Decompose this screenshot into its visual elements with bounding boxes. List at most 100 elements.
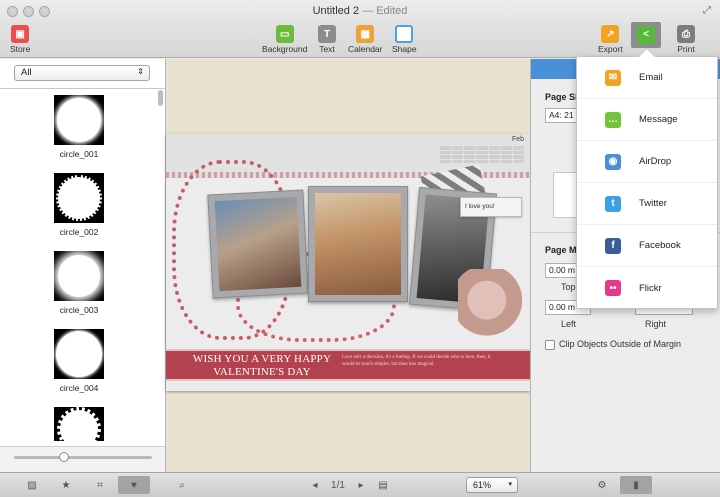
share-item-label: Email [639, 72, 663, 83]
zoom-magnifier-icon[interactable]: ⌕ [172, 476, 192, 494]
text-button[interactable]: T Text [318, 25, 336, 54]
edited-status: — Edited [362, 5, 408, 17]
shape-label: Shape [392, 44, 417, 54]
share-menu-popover: ✉ Email … Message ◉ AirDrop t Twitter f … [576, 47, 718, 309]
share-item-facebook[interactable]: f Facebook [577, 225, 717, 267]
shapes-heart-icon[interactable]: ♥ [118, 476, 150, 494]
sidebar-scrollbar[interactable] [158, 90, 163, 106]
share-item-message[interactable]: … Message [577, 99, 717, 141]
share-item-label: Message [639, 114, 678, 125]
calendar-widget[interactable]: Feb [440, 136, 524, 172]
flickr-icon: •• [605, 280, 621, 296]
margin-right-caption: Right [645, 319, 667, 329]
share-item-twitter[interactable]: t Twitter [577, 183, 717, 225]
page-view-book-icon[interactable]: ▤ [374, 476, 392, 494]
shape-item[interactable]: circle_004 [45, 329, 113, 393]
shape-library-sidebar: All ⇕ circle_001 circle_002 circle_003 c… [0, 59, 166, 472]
document-name: Untitled 2 [312, 5, 360, 17]
previous-page-icon[interactable]: ◂ [308, 476, 322, 494]
margin-left-caption: Left [561, 319, 577, 329]
shape-label: circle_001 [59, 149, 99, 159]
zoom-level-value: 61% [473, 480, 492, 490]
shape-button[interactable]: Shape [392, 25, 417, 54]
valentine-banner[interactable]: WISH YOU A VERY HAPPY VALENTINE'S DAY Lo… [166, 349, 530, 381]
banner-headline: WISH YOU A VERY HAPPY VALENTINE'S DAY [192, 353, 332, 378]
slider-knob[interactable] [59, 452, 69, 462]
thumbnail-size-slider[interactable] [14, 452, 152, 462]
page-margin-label: Page M [545, 245, 577, 255]
store-button[interactable]: ▣ Store [10, 25, 30, 54]
facebook-icon: f [605, 237, 621, 254]
calendar-button[interactable]: ▦ Calendar [348, 25, 383, 54]
shape-label: circle_003 [59, 305, 99, 315]
text-label: Text [319, 44, 335, 54]
couple-photo [214, 196, 302, 292]
shape-label: circle_002 [59, 227, 99, 237]
floral-lace-decoration [458, 269, 530, 347]
shape-item[interactable]: circle_001 [45, 95, 113, 159]
clip-objects-label: Clip Objects Outside of Margin [559, 339, 682, 349]
background-button[interactable]: ▭ Background [262, 25, 307, 54]
airdrop-icon: ◉ [605, 153, 621, 170]
store-label: Store [10, 44, 31, 54]
shape-thumbnail [54, 173, 104, 223]
fullscreen-icon[interactable]: ⤢ [703, 5, 711, 16]
settings-gear-icon[interactable]: ⚙ [592, 476, 612, 494]
canvas-area[interactable]: Feb I love you! WISH YOU A VERY HAPPY VA… [166, 59, 530, 472]
toolbar: Untitled 2 — Edited ⤢ ▣ Store ▭ Backgrou… [0, 0, 720, 58]
share-item-label: AirDrop [639, 156, 672, 167]
love-note-sticker[interactable]: I love you! [460, 197, 522, 217]
share-item-label: Flickr [639, 282, 662, 294]
inspector-page-icon[interactable]: ▮ [620, 476, 652, 494]
calendar-grid [440, 146, 524, 163]
photo-frame-1[interactable] [207, 189, 309, 299]
banner-poem: Love isn't a decision, it's a feeling. I… [342, 355, 491, 367]
frame-crop-icon[interactable]: ⌗ [90, 476, 110, 494]
export-icon: ↗ [601, 25, 620, 43]
zoom-level-select[interactable]: 61% ▾ [466, 477, 518, 493]
share-item-flickr[interactable]: •• Flickr [577, 267, 717, 309]
thumbnail-size-row [0, 446, 165, 472]
shape-thumbnail [54, 251, 104, 301]
shape-item[interactable]: circle_003 [45, 251, 113, 315]
window-title: Untitled 2 — Edited [0, 5, 720, 17]
image-library-icon[interactable]: ▨ [22, 476, 42, 494]
text-icon: T [318, 25, 336, 43]
margin-top-caption: Top [561, 282, 576, 292]
margin-top-value: 0.00 m [549, 265, 575, 275]
shape-icon [395, 25, 414, 43]
share-button[interactable]: < [631, 22, 661, 48]
divider [0, 88, 165, 89]
bottom-bar: ▨ ★ ⌗ ♥ ⌕ ◂ 1/1 ▸ ▤ 61% ▾ ⚙ ▮ [0, 472, 720, 497]
shape-item[interactable] [45, 407, 113, 441]
calendar-month: Feb [511, 136, 524, 143]
share-item-label: Facebook [639, 240, 681, 251]
photo-frame-2[interactable] [308, 186, 408, 302]
export-button[interactable]: ↗ Export [598, 25, 623, 54]
share-icon: < [637, 25, 655, 44]
couple-photo [315, 193, 401, 295]
app-window: Untitled 2 — Edited ⤢ ▣ Store ▭ Backgrou… [0, 0, 720, 497]
print-icon: ⎙ [677, 25, 695, 43]
shape-item[interactable]: circle_002 [45, 173, 113, 237]
note-text: I love you! [465, 203, 495, 210]
background-label: Background [262, 44, 308, 54]
favorites-star-icon[interactable]: ★ [56, 476, 76, 494]
select-arrows-icon: ⇕ [137, 67, 144, 76]
twitter-icon: t [605, 195, 621, 212]
clip-objects-checkbox[interactable] [545, 340, 555, 350]
category-filter-value: All [21, 67, 32, 78]
design-page[interactable]: Feb I love you! WISH YOU A VERY HAPPY VA… [166, 134, 530, 391]
shape-thumbnail [54, 407, 104, 441]
store-icon: ▣ [11, 25, 30, 43]
share-item-email[interactable]: ✉ Email [577, 57, 717, 99]
calendar-icon: ▦ [356, 25, 375, 43]
export-label: Export [598, 44, 623, 54]
background-icon: ▭ [275, 25, 294, 43]
print-button[interactable]: ⎙ Print [677, 25, 695, 54]
next-page-icon[interactable]: ▸ [354, 476, 368, 494]
share-item-airdrop[interactable]: ◉ AirDrop [577, 141, 717, 183]
page-size-label: Page Si [545, 92, 578, 102]
share-item-label: Twitter [639, 198, 667, 209]
category-filter-select[interactable]: All ⇕ [14, 65, 150, 81]
